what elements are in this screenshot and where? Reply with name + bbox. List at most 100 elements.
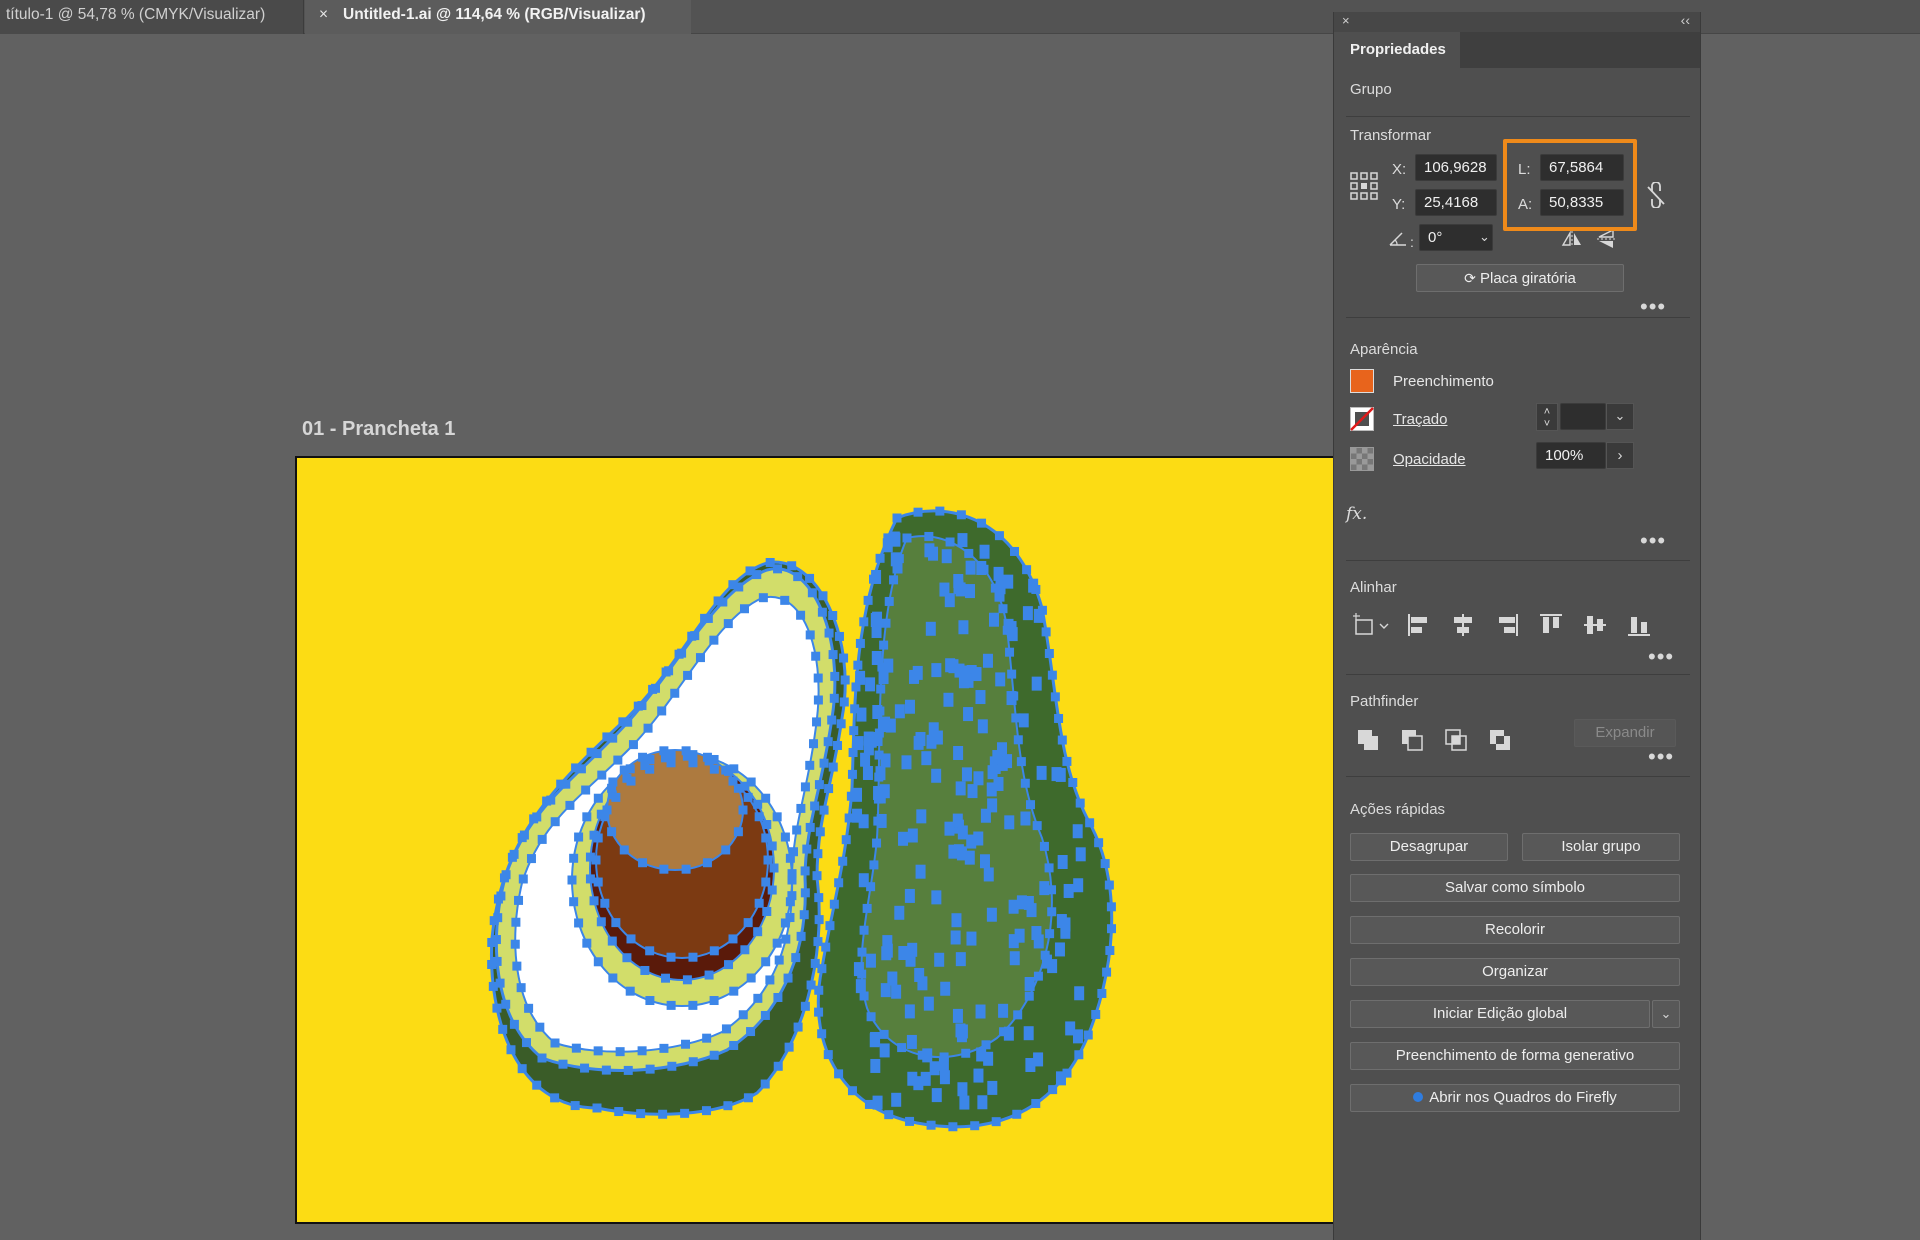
align-top-icon[interactable] — [1538, 612, 1564, 638]
texture-anchor[interactable] — [953, 580, 964, 595]
anchor-point[interactable] — [869, 860, 879, 870]
anchor-point[interactable] — [824, 628, 834, 638]
anchor-point[interactable] — [569, 897, 579, 907]
anchor-point[interactable] — [580, 1063, 590, 1073]
texture-anchor[interactable] — [973, 1068, 984, 1083]
texture-anchor[interactable] — [1073, 878, 1084, 893]
anchor-point[interactable] — [537, 834, 547, 844]
anchor-point[interactable] — [690, 631, 700, 641]
ungroup-button[interactable]: Desagrupar — [1350, 833, 1508, 861]
texture-anchor[interactable] — [1007, 627, 1018, 642]
chevron-down-icon[interactable]: ⌄ — [1479, 229, 1490, 245]
anchor-point[interactable] — [743, 1093, 753, 1103]
more-options-icon[interactable]: ••• — [1648, 646, 1674, 668]
anchor-point[interactable] — [645, 1064, 655, 1074]
anchor-point[interactable] — [879, 640, 889, 650]
anchor-point[interactable] — [526, 854, 536, 864]
anchor-point[interactable] — [1022, 565, 1032, 575]
texture-anchor[interactable] — [950, 930, 961, 945]
anchor-point[interactable] — [659, 864, 669, 874]
anchor-point[interactable] — [591, 855, 601, 865]
texture-anchor[interactable] — [958, 674, 969, 689]
anchor-point[interactable] — [723, 1101, 733, 1111]
texture-anchor[interactable] — [907, 942, 918, 957]
anchor-point[interactable] — [1045, 929, 1055, 939]
anchor-point[interactable] — [570, 1101, 580, 1111]
anchor-point[interactable] — [702, 1033, 712, 1043]
anchor-point[interactable] — [596, 917, 606, 927]
texture-anchor[interactable] — [961, 767, 972, 782]
anchor-point[interactable] — [658, 1109, 668, 1119]
anchor-point[interactable] — [729, 1040, 739, 1050]
anchor-point[interactable] — [1057, 735, 1067, 745]
anchor-point[interactable] — [738, 805, 748, 815]
texture-anchor[interactable] — [1008, 934, 1019, 949]
anchor-point[interactable] — [593, 1046, 603, 1056]
anchor-point[interactable] — [998, 604, 1008, 614]
texture-anchor[interactable] — [855, 670, 866, 685]
anchor-point[interactable] — [1102, 967, 1112, 977]
texture-anchor[interactable] — [939, 1070, 950, 1085]
anchor-point[interactable] — [812, 717, 822, 727]
anchor-point[interactable] — [817, 1029, 827, 1039]
texture-anchor[interactable] — [977, 1095, 988, 1110]
texture-anchor[interactable] — [966, 931, 977, 946]
fill-label[interactable]: Preenchimento — [1393, 373, 1494, 390]
tab-properties[interactable]: Propriedades — [1334, 32, 1460, 68]
anchor-point[interactable] — [1044, 863, 1054, 873]
anchor-point[interactable] — [785, 897, 795, 907]
anchor-point[interactable] — [709, 1050, 719, 1060]
anchor-point[interactable] — [601, 1065, 611, 1075]
anchor-point[interactable] — [581, 785, 591, 795]
pathfinder-exclude-icon[interactable] — [1488, 728, 1514, 752]
texture-anchor[interactable] — [957, 1024, 968, 1039]
texture-anchor[interactable] — [858, 814, 869, 829]
texture-anchor[interactable] — [941, 549, 952, 564]
anchor-point[interactable] — [834, 631, 844, 641]
texture-anchor[interactable] — [1075, 847, 1086, 862]
anchor-point[interactable] — [1026, 800, 1036, 810]
anchor-point[interactable] — [817, 607, 827, 617]
anchor-point[interactable] — [881, 618, 891, 628]
anchor-point[interactable] — [810, 801, 820, 811]
anchor-point[interactable] — [765, 975, 775, 985]
anchor-point[interactable] — [793, 572, 803, 582]
anchor-point[interactable] — [787, 561, 797, 571]
anchor-point[interactable] — [785, 853, 795, 863]
anchor-point[interactable] — [819, 805, 829, 815]
anchor-point[interactable] — [561, 779, 571, 789]
anchor-point[interactable] — [1013, 1010, 1023, 1020]
anchor-point[interactable] — [734, 582, 744, 592]
anchor-point[interactable] — [926, 1120, 936, 1130]
texture-anchor[interactable] — [1054, 942, 1065, 957]
anchor-point[interactable] — [546, 795, 556, 805]
texture-anchor[interactable] — [928, 546, 939, 561]
anchor-point[interactable] — [576, 764, 586, 774]
anchor-point[interactable] — [638, 858, 648, 868]
texture-anchor[interactable] — [1018, 713, 1029, 728]
anchor-point[interactable] — [961, 1048, 971, 1058]
anchor-point[interactable] — [762, 820, 772, 830]
anchor-point[interactable] — [834, 1069, 844, 1079]
anchor-point[interactable] — [796, 610, 806, 620]
anchor-point[interactable] — [840, 675, 850, 685]
texture-anchor[interactable] — [939, 582, 950, 597]
anchor-point[interactable] — [739, 604, 749, 614]
anchor-point[interactable] — [702, 752, 712, 762]
anchor-point[interactable] — [875, 553, 885, 563]
texture-anchor[interactable] — [873, 786, 884, 801]
texture-anchor[interactable] — [891, 1092, 902, 1107]
texture-anchor[interactable] — [979, 854, 990, 869]
texture-anchor[interactable] — [958, 620, 969, 635]
anchor-point[interactable] — [589, 896, 599, 906]
anchor-point[interactable] — [818, 591, 828, 601]
anchor-point[interactable] — [1032, 821, 1042, 831]
anchor-point[interactable] — [773, 993, 783, 1003]
anchor-point[interactable] — [492, 956, 502, 966]
anchor-point[interactable] — [636, 1109, 646, 1119]
anchor-point[interactable] — [761, 957, 771, 967]
anchor-point[interactable] — [567, 875, 577, 885]
anchor-point[interactable] — [607, 783, 617, 793]
anchor-point[interactable] — [814, 915, 824, 925]
anchor-point[interactable] — [532, 1080, 542, 1090]
